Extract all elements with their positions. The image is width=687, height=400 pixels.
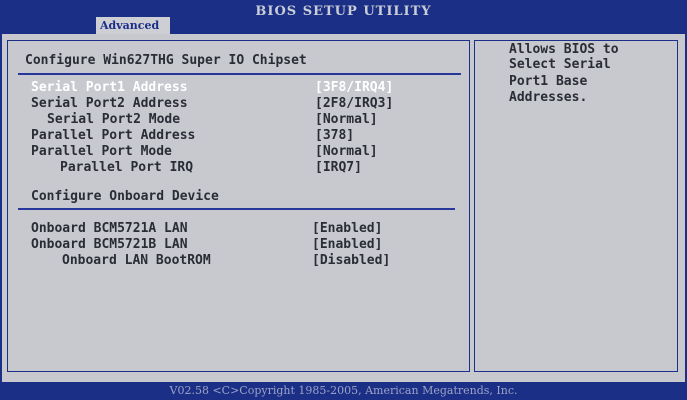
setting-label: Onboard LAN BootROM bbox=[62, 253, 211, 268]
setting-value: [Normal] bbox=[315, 144, 378, 159]
help-pane: Allows BIOS to Select Serial Port1 Base … bbox=[474, 40, 678, 372]
help-text-line: Port1 Base bbox=[509, 74, 588, 89]
section-heading-onboard: Configure Onboard Device bbox=[31, 189, 219, 204]
help-text-line: Addresses. bbox=[509, 90, 588, 105]
help-text-line: Select Serial bbox=[509, 57, 611, 72]
section-heading-super-io: Configure Win627THG Super IO Chipset bbox=[25, 53, 307, 68]
setting-value: [Enabled] bbox=[312, 237, 383, 252]
setting-serial-port2-mode[interactable]: Serial Port2 Mode [Normal] bbox=[8, 112, 448, 127]
setting-onboard-bcm5721a-lan[interactable]: Onboard BCM5721A LAN [Enabled] bbox=[8, 221, 448, 236]
setting-label: Onboard BCM5721B LAN bbox=[31, 237, 188, 252]
setting-value: [Normal] bbox=[315, 112, 378, 127]
setting-serial-port1-address[interactable]: Serial Port1 Address [3F8/IRQ4] bbox=[8, 80, 448, 95]
footer-bar: V02.58 <C>Copyright 1985-2005, American … bbox=[0, 382, 687, 400]
setting-label: Parallel Port IRQ bbox=[60, 160, 194, 175]
setting-parallel-port-mode[interactable]: Parallel Port Mode [Normal] bbox=[8, 144, 448, 159]
setting-label: Parallel Port Mode bbox=[31, 144, 172, 159]
copyright-text: V02.58 <C>Copyright 1985-2005, American … bbox=[169, 384, 518, 397]
settings-pane: Configure Win627THG Super IO Chipset Ser… bbox=[7, 40, 470, 372]
content-panel: Configure Win627THG Super IO Chipset Ser… bbox=[2, 34, 685, 382]
setting-value: [IRQ7] bbox=[315, 160, 362, 175]
setting-serial-port2-address[interactable]: Serial Port2 Address [2F8/IRQ3] bbox=[8, 96, 448, 111]
setting-label: Onboard BCM5721A LAN bbox=[31, 221, 188, 236]
setting-value: [Disabled] bbox=[312, 253, 391, 268]
setting-label: Serial Port1 Address bbox=[31, 80, 188, 95]
setting-onboard-lan-bootrom[interactable]: Onboard LAN BootROM [Disabled] bbox=[8, 253, 448, 268]
setting-parallel-port-address[interactable]: Parallel Port Address [378] bbox=[8, 128, 448, 143]
setting-label: Parallel Port Address bbox=[31, 128, 196, 143]
setting-value: [Enabled] bbox=[312, 221, 383, 236]
help-text-line: Allows BIOS to bbox=[509, 42, 619, 57]
title-bar: BIOS SETUP UTILITY Advanced bbox=[0, 0, 687, 34]
section-divider bbox=[18, 208, 455, 210]
section-divider bbox=[18, 73, 461, 75]
setting-onboard-bcm5721b-lan[interactable]: Onboard BCM5721B LAN [Enabled] bbox=[8, 237, 448, 252]
setting-value: [2F8/IRQ3] bbox=[315, 96, 394, 111]
setting-parallel-port-irq[interactable]: Parallel Port IRQ [IRQ7] bbox=[8, 160, 448, 175]
bios-screen: BIOS SETUP UTILITY Advanced Configure Wi… bbox=[0, 0, 687, 400]
setting-label: Serial Port2 Address bbox=[31, 96, 188, 111]
setting-value: [3F8/IRQ4] bbox=[315, 80, 394, 95]
setting-value: [378] bbox=[315, 128, 355, 143]
tab-advanced[interactable]: Advanced bbox=[96, 17, 170, 34]
setting-label: Serial Port2 Mode bbox=[47, 112, 181, 127]
